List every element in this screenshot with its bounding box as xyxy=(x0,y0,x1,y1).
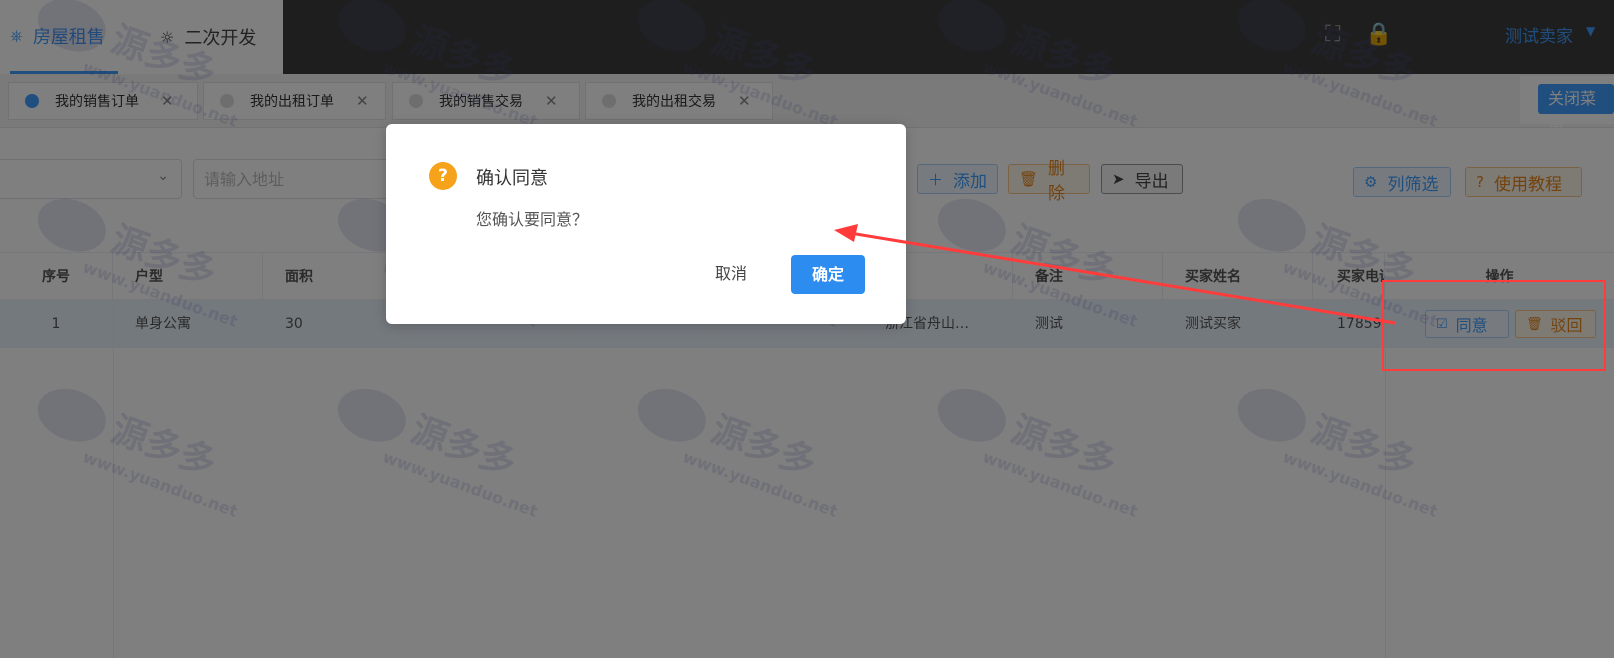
dialog-title: 确认同意 xyxy=(476,168,548,189)
dialog-message: 您确认要同意？ xyxy=(476,210,589,229)
warning-question-icon: ? xyxy=(429,162,457,190)
annotation-highlight-box xyxy=(1382,280,1606,371)
confirm-dialog: ? 确认同意 您确认要同意？ 取消 确定 xyxy=(386,124,906,324)
cancel-button[interactable]: 取消 xyxy=(701,254,761,294)
modal-overlay[interactable] xyxy=(0,0,1614,658)
confirm-button[interactable]: 确定 xyxy=(791,255,865,294)
